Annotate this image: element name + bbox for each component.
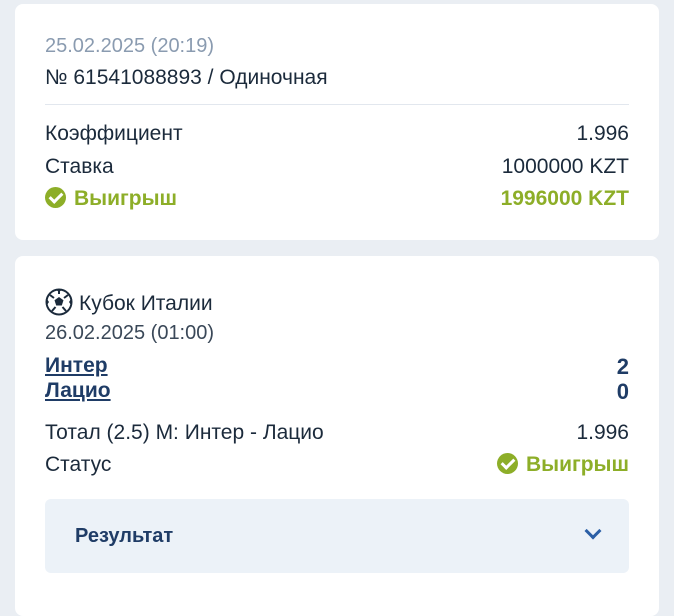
stake-value: 1000000 KZT: [501, 155, 629, 178]
status-label: Статус: [45, 453, 112, 476]
check-circle-icon: [45, 187, 66, 208]
status-value: Выигрыш: [525, 453, 629, 476]
team-home-link[interactable]: Интер: [45, 354, 108, 378]
bet-datetime: 25.02.2025 (20:19): [45, 35, 215, 57]
event-card: Кубок Италии 26.02.2025 (01:00) Интер 2 …: [15, 256, 659, 616]
win-label: Выигрыш: [74, 187, 178, 210]
market-name: Тотал (2.5) М: Интер - Лацио: [45, 421, 324, 444]
soccer-ball-icon: [45, 288, 73, 316]
event-datetime: 26.02.2025 (01:00): [45, 322, 215, 344]
team-away-link[interactable]: Лацио: [45, 379, 111, 403]
win-status: Выигрыш: [45, 187, 177, 211]
coefficient-label: Коэффициент: [45, 122, 183, 145]
stake-label: Ставка: [45, 155, 114, 178]
tournament-name: Кубок Италии: [79, 292, 213, 315]
status-badge: Выигрыш: [496, 453, 629, 477]
team-away-score: 0: [616, 379, 629, 404]
bet-number: № 61541088893 / Одиночная: [45, 66, 328, 89]
chevron-down-icon[interactable]: [584, 522, 602, 540]
bet-card: 25.02.2025 (20:19) № 61541088893 / Одино…: [15, 4, 659, 240]
team-home-score: 2: [616, 354, 629, 379]
market-odds: 1.996: [576, 421, 629, 444]
coefficient-value: 1.996: [576, 122, 629, 145]
divider: [45, 104, 629, 105]
result-label: Результат: [75, 525, 174, 547]
tournament-header: Кубок Италии: [45, 288, 213, 316]
win-amount: 1996000 KZT: [500, 187, 629, 210]
check-circle-icon: [496, 453, 518, 474]
result-accordion[interactable]: Результат: [45, 499, 629, 573]
